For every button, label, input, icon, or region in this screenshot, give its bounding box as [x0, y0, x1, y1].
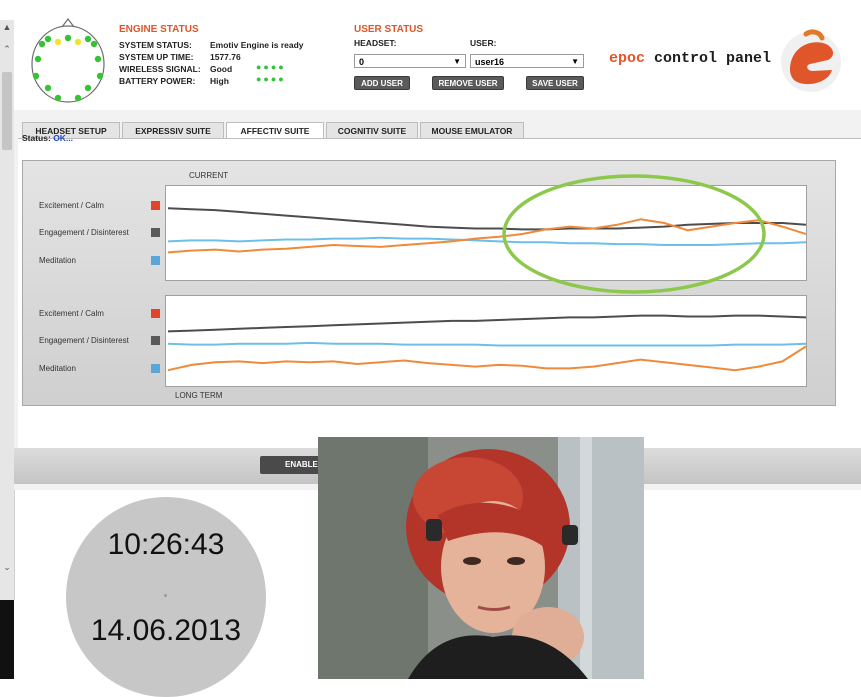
remove-user-button[interactable]: REMOVE USER [432, 76, 504, 90]
legend-label-meditation-long: Meditation [39, 364, 76, 373]
wireless-value: Good [210, 64, 233, 74]
brand-rest: control panel [645, 50, 772, 67]
clock-time: 10:26:43 [107, 528, 225, 561]
long-term-section-label: LONG TERM [175, 391, 223, 400]
legend-swatch-engagement-long [151, 336, 160, 345]
legend-label-engagement-long: Engagement / Disinterest [39, 336, 129, 345]
status-line: Status: OK... [22, 133, 73, 143]
scroll-down-icon[interactable]: ⌄ [0, 560, 14, 574]
system-status-value: Emotiv Engine is ready [210, 40, 304, 50]
series-line-excitement [167, 345, 806, 372]
legend-label-excitement: Excitement / Calm [39, 201, 104, 210]
series-line-meditation [167, 341, 806, 347]
webcam-image [318, 437, 644, 679]
legend-swatch-excitement-long [151, 309, 160, 318]
clock-date: 14.06.2013 [90, 614, 242, 647]
legend-swatch-meditation-long [151, 364, 160, 373]
system-status-label: SYSTEM STATUS: [119, 40, 192, 50]
legend-swatch-meditation [151, 256, 160, 265]
user-select[interactable]: user16 ▼ [470, 54, 584, 68]
clock-widget [66, 497, 266, 697]
long-term-plot [165, 295, 807, 387]
brand-title: epoc control panel [609, 50, 771, 67]
legend-label-engagement: Engagement / Disinterest [39, 228, 129, 237]
battery-indicator-icon: ●●●● [256, 74, 286, 84]
legend-label-meditation: Meditation [39, 256, 76, 265]
add-user-button[interactable]: ADD USER [354, 76, 410, 90]
window-edge [0, 600, 14, 679]
tab-cognitiv-suite[interactable]: COGNITIV SUITE [326, 122, 418, 138]
battery-label: BATTERY POWER: [119, 76, 196, 86]
legend-swatch-excitement [151, 201, 160, 210]
chevron-down-icon: ▼ [571, 57, 579, 66]
current-section-label: CURRENT [189, 171, 229, 180]
headset-sensor-map-icon [31, 18, 105, 103]
headset-label: HEADSET: [354, 38, 397, 48]
scrollbar-thumb[interactable] [2, 72, 12, 150]
uptime-value: 1577.76 [210, 52, 241, 62]
battery-value: High [210, 76, 229, 86]
headset-select-value: 0 [359, 57, 365, 67]
legend-swatch-engagement [151, 228, 160, 237]
scroll-up-arrow-icon[interactable]: ⌃ [0, 42, 14, 56]
clock-center-dot [164, 594, 167, 597]
wireless-indicator-icon: ●●●● [256, 62, 286, 72]
chevron-down-icon: ▼ [453, 57, 461, 66]
tab-mouse-emulator[interactable]: MOUSE EMULATOR [420, 122, 524, 138]
panel-header: ENGINE STATUS SYSTEM STATUS: Emotiv Engi… [14, 10, 861, 110]
brand-prefix: epoc [609, 50, 646, 67]
vertical-scrollbar[interactable]: ▲ ⌃ ⌄ [0, 20, 15, 600]
wireless-label: WIRELESS SIGNAL: [119, 64, 201, 74]
save-user-button[interactable]: SAVE USER [526, 76, 584, 90]
engine-status-title: ENGINE STATUS [119, 24, 199, 35]
status-label: Status: [22, 133, 51, 143]
scroll-up-icon[interactable]: ▲ [0, 20, 14, 34]
highlight-ring [502, 174, 766, 294]
tab-expressiv-suite[interactable]: EXPRESSIV SUITE [122, 122, 224, 138]
uptime-label: SYSTEM UP TIME: [119, 52, 194, 62]
webcam-feed [318, 437, 644, 679]
legend-label-excitement-long: Excitement / Calm [39, 309, 104, 318]
user-label: USER: [470, 38, 497, 48]
tab-affectiv-suite[interactable]: AFFECTIV SUITE [226, 122, 324, 139]
emotiv-logo-icon [781, 29, 841, 92]
status-value: OK... [53, 133, 74, 143]
series-line-engagement [167, 314, 806, 333]
user-select-value: user16 [475, 57, 505, 67]
user-status-title: USER STATUS [354, 24, 424, 35]
headset-select[interactable]: 0 ▼ [354, 54, 466, 68]
